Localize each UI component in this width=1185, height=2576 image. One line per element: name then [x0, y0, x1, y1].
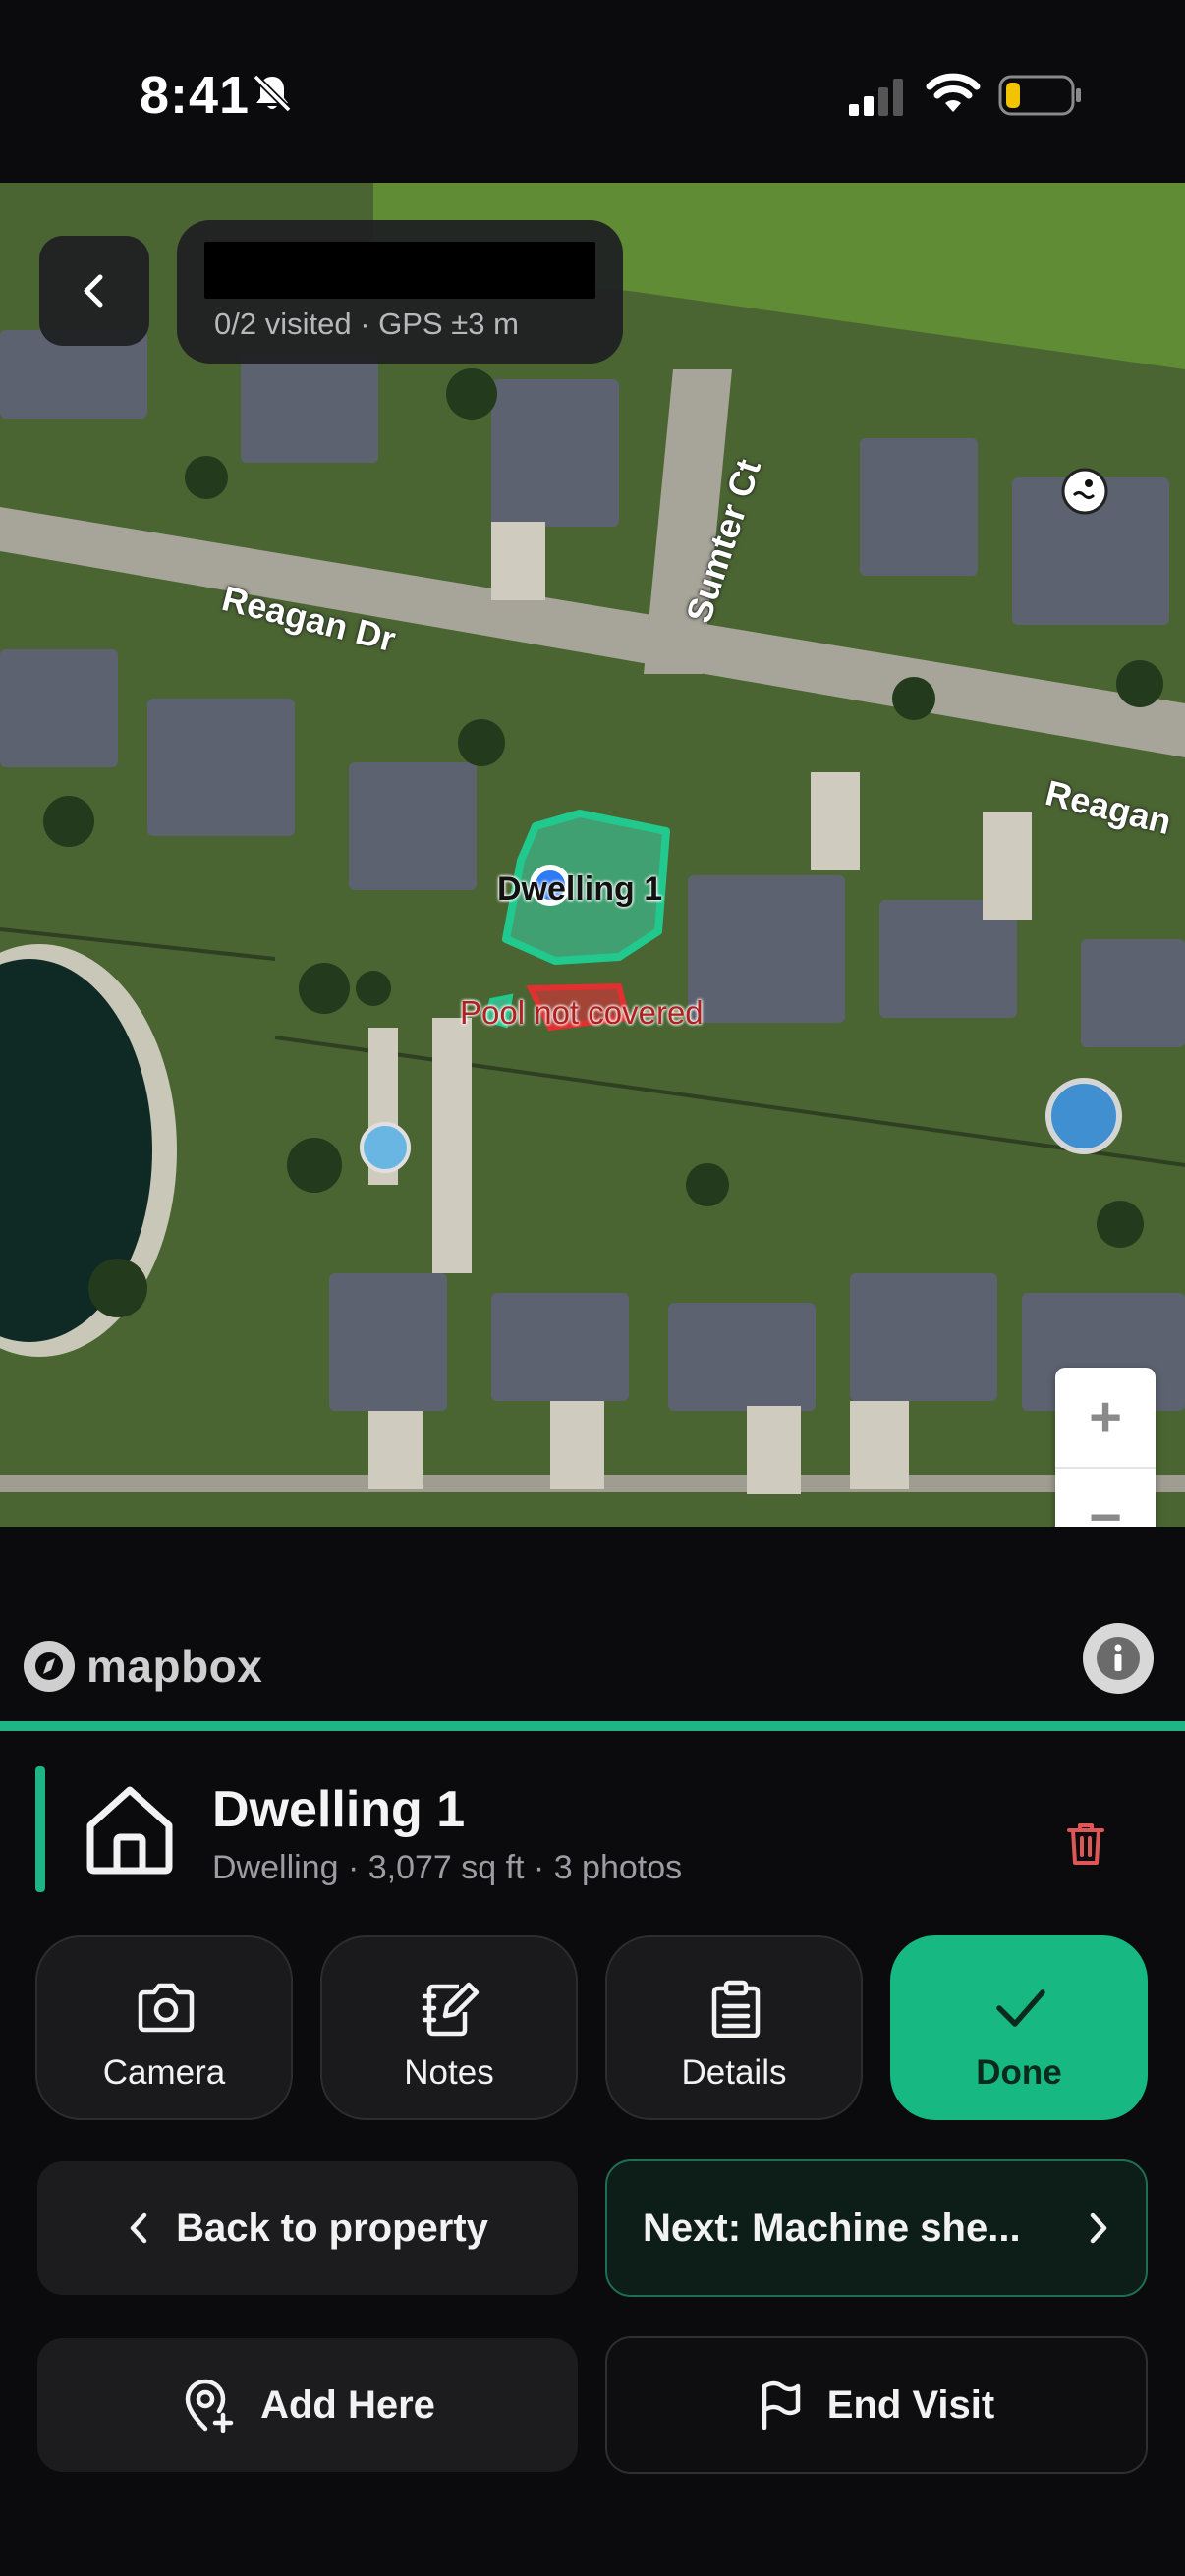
- house-icon: [86, 1786, 173, 1875]
- notes-icon: [422, 1982, 480, 2037]
- zoom-in-button[interactable]: +: [1055, 1368, 1156, 1469]
- pool-map-label[interactable]: Pool not covered: [460, 994, 704, 1032]
- bell-slash-icon: [253, 74, 292, 113]
- mapbox-logo[interactable]: mapbox: [22, 1639, 262, 1694]
- camera-button[interactable]: Camera: [35, 1935, 293, 2120]
- end-visit-button[interactable]: End Visit: [605, 2336, 1148, 2474]
- attribution-info-button[interactable]: [1083, 1623, 1154, 1694]
- end-visit-label: End Visit: [826, 2382, 995, 2427]
- chevron-left-icon: [84, 274, 103, 308]
- info-icon: [1097, 1637, 1140, 1680]
- trash-icon: [1067, 1823, 1104, 1865]
- item-title: Dwelling 1: [212, 1781, 466, 1838]
- chevron-left-icon: [130, 2212, 147, 2244]
- done-label: Done: [976, 2053, 1062, 2092]
- redacted-title: [204, 242, 595, 299]
- back-button[interactable]: [39, 236, 149, 346]
- property-header: 0/2 visited · GPS ±3 m: [177, 220, 623, 364]
- status-time: 8:41: [140, 66, 251, 125]
- add-here-button[interactable]: Add Here: [37, 2338, 578, 2472]
- camera-label: Camera: [102, 2053, 226, 2092]
- details-button[interactable]: Details: [605, 1935, 863, 2120]
- satellite-map[interactable]: Reagan Dr Sumter Ct Reagan Dwelling 1 Po…: [0, 183, 1185, 1527]
- cellular-signal-icon: [849, 79, 903, 116]
- next-item-button[interactable]: Next: Machine she...: [605, 2159, 1148, 2297]
- selected-indicator: [35, 1766, 45, 1892]
- clipboard-icon: [711, 1980, 761, 2038]
- flag-icon: [762, 2380, 801, 2430]
- done-button[interactable]: Done: [890, 1935, 1148, 2120]
- details-label: Details: [681, 2053, 787, 2092]
- back-to-property-button[interactable]: Back to property: [37, 2161, 578, 2295]
- map-pin-add-icon: [185, 2379, 234, 2433]
- item-sheet: Dwelling 1 Dwelling · 3,077 sq ft · 3 ph…: [0, 1731, 1185, 2576]
- sheet-accent-line: [0, 1721, 1185, 1731]
- status-bar: 8:41: [0, 0, 1185, 183]
- add-here-label: Add Here: [260, 2382, 435, 2427]
- chevron-right-icon: [1090, 2212, 1107, 2244]
- notes-button[interactable]: Notes: [320, 1935, 578, 2120]
- next-item-label: Next: Machine she...: [643, 2206, 1021, 2250]
- mapbox-icon: [24, 1641, 75, 1692]
- item-meta: Dwelling · 3,077 sq ft · 3 photos: [212, 1849, 683, 1886]
- delete-button[interactable]: [1051, 1810, 1120, 1878]
- visit-progress: 0/2 visited · GPS ±3 m: [214, 307, 519, 341]
- checkmark-icon: [996, 1989, 1045, 2027]
- notes-label: Notes: [404, 2053, 494, 2092]
- wifi-icon: [926, 73, 981, 112]
- mapbox-wordmark: mapbox: [86, 1641, 263, 1692]
- battery-low-icon: [998, 75, 1081, 116]
- zoom-controls: + −: [1055, 1368, 1156, 1527]
- camera-icon: [138, 1983, 195, 2033]
- dwelling-map-label[interactable]: Dwelling 1: [497, 870, 662, 909]
- map-imagery: [0, 183, 1185, 1527]
- back-to-property-label: Back to property: [176, 2206, 488, 2250]
- zoom-out-button[interactable]: −: [1055, 1468, 1156, 1527]
